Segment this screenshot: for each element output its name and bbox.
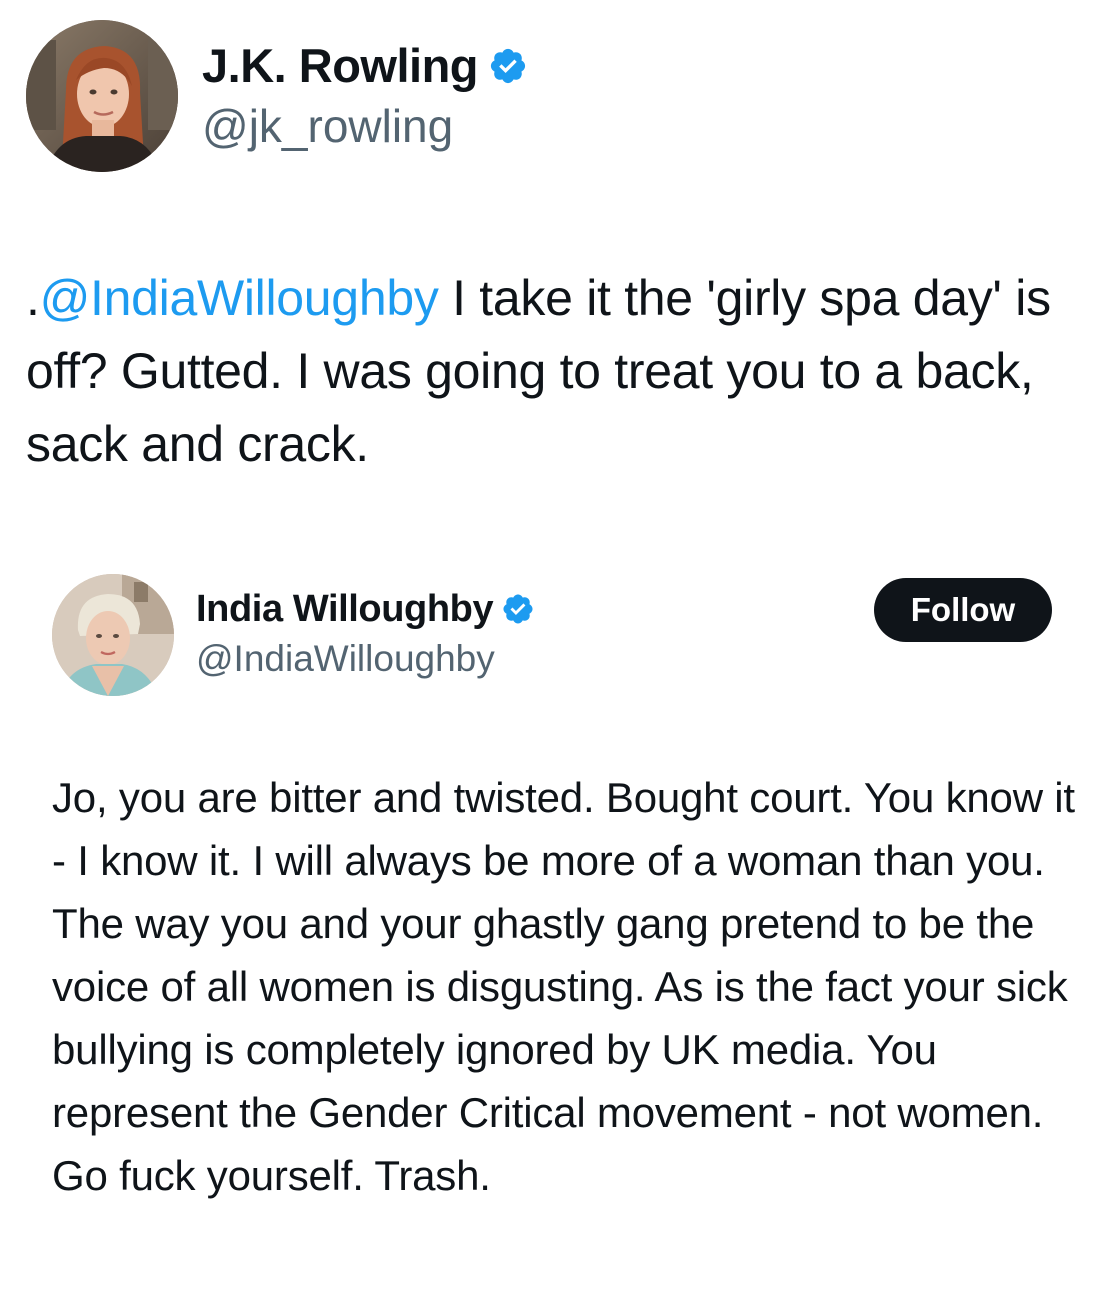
mention-link[interactable]: @IndiaWilloughby: [40, 270, 439, 326]
quoted-author-names: India Willoughby @IndiaWilloughby: [196, 586, 535, 682]
verified-badge-icon: [490, 48, 526, 84]
follow-button[interactable]: Follow: [874, 578, 1052, 642]
quoted-tweet[interactable]: India Willoughby @IndiaWilloughby Follow…: [26, 548, 1092, 1288]
verified-badge-icon: [503, 594, 533, 624]
quoted-tweet-text: Jo, you are bitter and twisted. Bought c…: [52, 774, 1075, 1199]
avatar-image: [26, 20, 178, 172]
quoted-author-handle[interactable]: @IndiaWilloughby: [196, 636, 535, 682]
tweet-text: .@IndiaWilloughby I take it the 'girly s…: [26, 262, 1086, 481]
name-row: J.K. Rowling: [202, 37, 528, 95]
quoted-author-display-name[interactable]: India Willoughby: [196, 586, 494, 632]
author-display-name[interactable]: J.K. Rowling: [202, 37, 479, 95]
quoted-avatar-wrap: [52, 574, 174, 696]
avatar[interactable]: [26, 20, 178, 172]
author-handle[interactable]: @jk_rowling: [202, 97, 528, 155]
avatar-image: [52, 574, 174, 696]
tweet-screenshot: J.K. Rowling @jk_rowling .@IndiaWillough…: [0, 0, 1118, 1308]
author-names: J.K. Rowling @jk_rowling: [202, 37, 528, 155]
tweet-author: J.K. Rowling @jk_rowling: [26, 20, 528, 172]
avatar[interactable]: [52, 574, 174, 696]
name-row: India Willoughby: [196, 586, 535, 632]
tweet-text-prefix: .: [26, 270, 40, 326]
